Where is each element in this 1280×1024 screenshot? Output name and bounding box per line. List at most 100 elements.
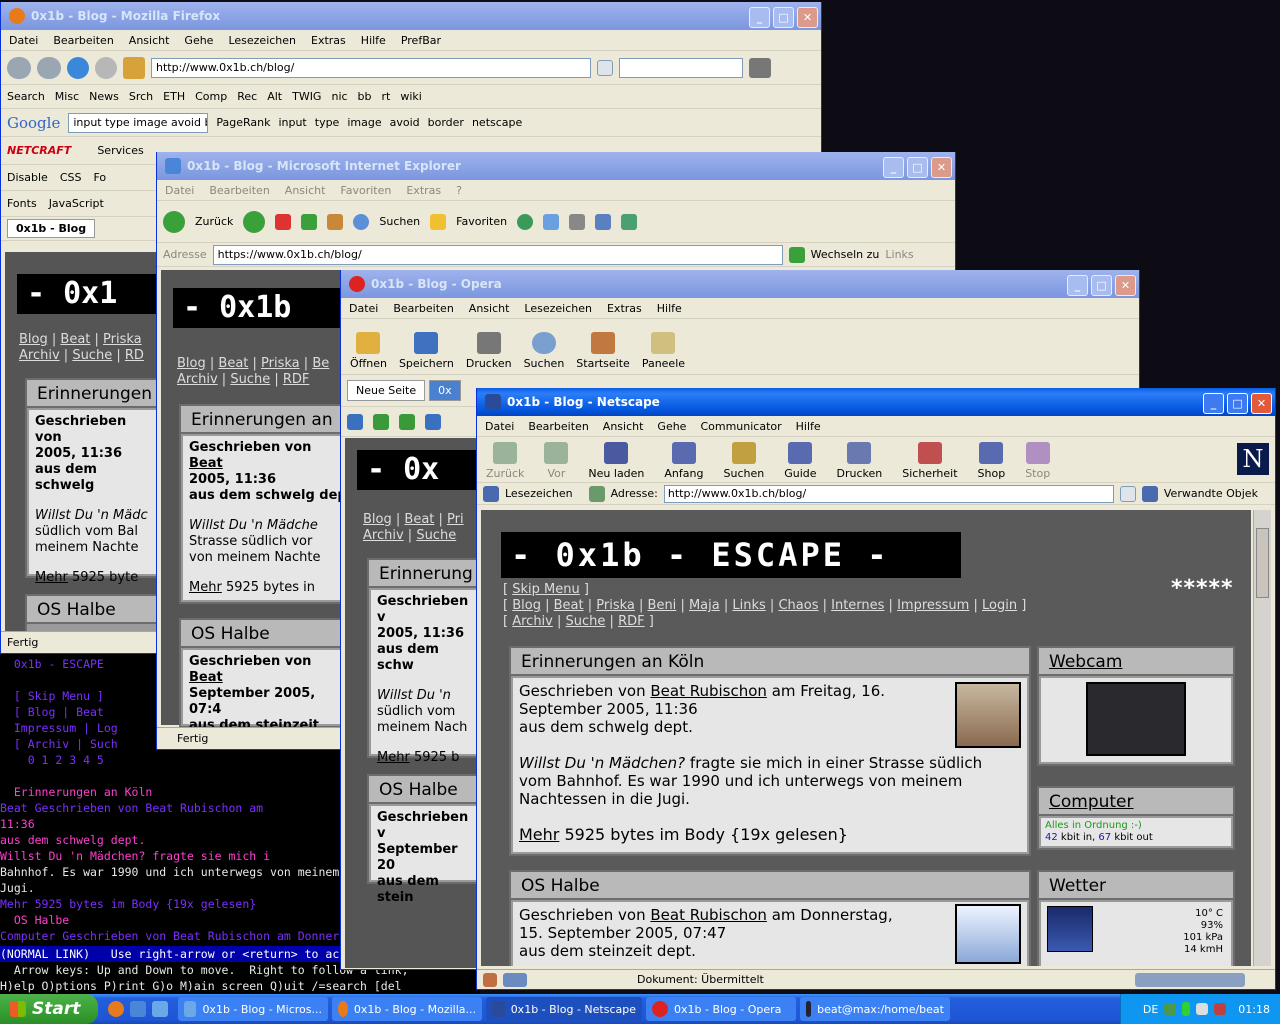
menu-gehe[interactable]: Gehe (657, 420, 686, 433)
menu-help[interactable]: ? (456, 184, 462, 197)
guide-button[interactable]: Guide (781, 442, 819, 480)
nav-link[interactable]: Beni (648, 598, 677, 613)
task-firefox[interactable]: 0x1b - Blog - Mozilla... (332, 997, 482, 1021)
close-button[interactable]: ✕ (1251, 393, 1272, 414)
tab-blog[interactable]: 0x1b - Blog (7, 219, 96, 238)
favorites-star-icon[interactable] (430, 213, 447, 230)
javascript-checkbox[interactable]: JavaScript (49, 197, 104, 210)
maximize-button[interactable]: □ (1091, 275, 1112, 296)
bookmark-folder[interactable]: Alt (267, 90, 282, 103)
bookmark-folder[interactable]: Comp (195, 90, 227, 103)
vertical-scrollbar[interactable] (1253, 510, 1271, 966)
forward-icon[interactable] (243, 210, 266, 233)
bookmark-link[interactable]: nic (331, 90, 347, 103)
stop-icon[interactable] (95, 56, 117, 79)
netcraft-services[interactable]: Services (97, 144, 143, 157)
nav-link[interactable]: Beat (218, 356, 248, 371)
bookmark-link[interactable]: wiki (400, 90, 421, 103)
nav-link[interactable]: Blog (512, 598, 541, 613)
stop-button[interactable]: Stop (1022, 442, 1053, 480)
bookmark-folder[interactable]: News (89, 90, 119, 103)
menu-datei[interactable]: Datei (485, 420, 514, 433)
tab-new-page[interactable]: Neue Seite (347, 380, 426, 401)
menu-extras[interactable]: Extras (406, 184, 441, 197)
component-bar-icons[interactable] (1135, 972, 1245, 987)
tray-icon[interactable] (1196, 1003, 1209, 1015)
nav-link[interactable]: Maja (689, 598, 720, 613)
nav-link[interactable]: Priska (596, 598, 635, 613)
opera-titlebar[interactable]: 0x1b - Blog - Opera _ □ ✕ (341, 270, 1139, 298)
google-highlight[interactable]: avoid (390, 116, 420, 129)
nav-link[interactable]: Priska (261, 356, 300, 371)
netscape-window[interactable]: 0x1b - Blog - Netscape _ □ ✕ Datei Bearb… (476, 388, 1276, 990)
reload-button[interactable]: Neu laden (585, 442, 647, 480)
minimize-button[interactable]: _ (1067, 275, 1088, 296)
bookmark-folder[interactable]: ETH (163, 90, 185, 103)
fonts-checkbox[interactable]: Fonts (7, 197, 37, 210)
menu-ansicht[interactable]: Ansicht (285, 184, 326, 197)
google-highlight[interactable]: border (428, 116, 464, 129)
nav-link[interactable]: Internes (831, 598, 884, 613)
menu-lesezeichen[interactable]: Lesezeichen (524, 302, 592, 315)
panels-button[interactable]: Paneele (639, 332, 688, 370)
author-link[interactable]: Beat (189, 456, 223, 471)
more-link[interactable]: Mehr (35, 570, 68, 585)
skip-menu-link[interactable]: Skip Menu (512, 582, 579, 597)
messenger-icon[interactable] (621, 213, 638, 230)
menu-extras[interactable]: Extras (311, 34, 346, 47)
nav-link[interactable]: Chaos (778, 598, 818, 613)
start-button[interactable]: Start (0, 994, 98, 1024)
quicklaunch-ie2-icon[interactable] (152, 1001, 168, 1017)
nav-link[interactable]: Beat (60, 332, 90, 347)
nav-link[interactable]: Suche (72, 348, 112, 363)
home-icon[interactable] (123, 56, 145, 79)
back-icon[interactable] (373, 413, 389, 430)
nav-link[interactable]: Blog (363, 512, 392, 527)
menu-bearbeiten[interactable]: Bearbeiten (528, 420, 588, 433)
stop-icon[interactable] (275, 213, 292, 230)
nav-link[interactable]: Beat (404, 512, 434, 527)
rewind-icon[interactable] (347, 413, 363, 430)
webcam-image[interactable] (1086, 682, 1186, 756)
google-highlight[interactable]: input (278, 116, 306, 129)
search-button[interactable]: Suchen (521, 332, 568, 370)
go-button[interactable]: Wechseln zu (811, 248, 880, 261)
bookmark-link[interactable]: rt (382, 90, 391, 103)
nav-link[interactable]: Blog (19, 332, 48, 347)
nav-link[interactable]: Archiv (177, 372, 218, 387)
more-link[interactable]: Mehr (189, 580, 222, 595)
forward-icon[interactable] (37, 56, 61, 79)
menu-communicator[interactable]: Communicator (700, 420, 781, 433)
home-button[interactable]: Startseite (573, 332, 633, 370)
back-icon[interactable] (7, 56, 31, 79)
maximize-button[interactable]: □ (773, 7, 794, 28)
close-button[interactable]: ✕ (797, 7, 818, 28)
security-button[interactable]: Sicherheit (899, 442, 960, 480)
quicklaunch-firefox-icon[interactable] (108, 1001, 124, 1017)
nav-link[interactable]: Suche (416, 528, 456, 543)
links-label[interactable]: Links (885, 248, 913, 261)
menu-favoriten[interactable]: Favoriten (340, 184, 391, 197)
firefox-url-input[interactable]: http://www.0x1b.ch/blog/ (151, 57, 591, 78)
computer-link[interactable]: Computer (1049, 792, 1134, 812)
ie-url-input[interactable]: https://www.0x1b.ch/blog/ (212, 244, 783, 265)
menu-gehe[interactable]: Gehe (184, 34, 213, 47)
google-highlight[interactable]: netscape (472, 116, 522, 129)
disable-menu[interactable]: Disable (7, 171, 48, 184)
bookmarks-button[interactable]: Lesezeichen (505, 487, 573, 500)
task-terminal[interactable]: beat@max:/home/beat (800, 997, 950, 1021)
netscape-titlebar[interactable]: 0x1b - Blog - Netscape _ □ ✕ (477, 388, 1275, 416)
maximize-button[interactable]: □ (1227, 393, 1248, 414)
print-button[interactable]: Drucken (834, 442, 886, 480)
menu-hilfe[interactable]: Hilfe (657, 302, 682, 315)
history-icon[interactable] (517, 213, 534, 230)
shop-button[interactable]: Shop (975, 442, 1009, 480)
search-button[interactable]: Suchen (379, 215, 420, 228)
save-button[interactable]: Speichern (396, 332, 457, 370)
nav-link[interactable]: RDF (618, 614, 645, 629)
nav-link[interactable]: Archiv (19, 348, 60, 363)
menu-prefbar[interactable]: PrefBar (401, 34, 441, 47)
fastforward-icon[interactable] (425, 413, 441, 430)
firefox-titlebar[interactable]: 0x1b - Blog - Mozilla Firefox _ □ ✕ (1, 2, 821, 30)
bookmark-search[interactable]: Search (7, 90, 45, 103)
